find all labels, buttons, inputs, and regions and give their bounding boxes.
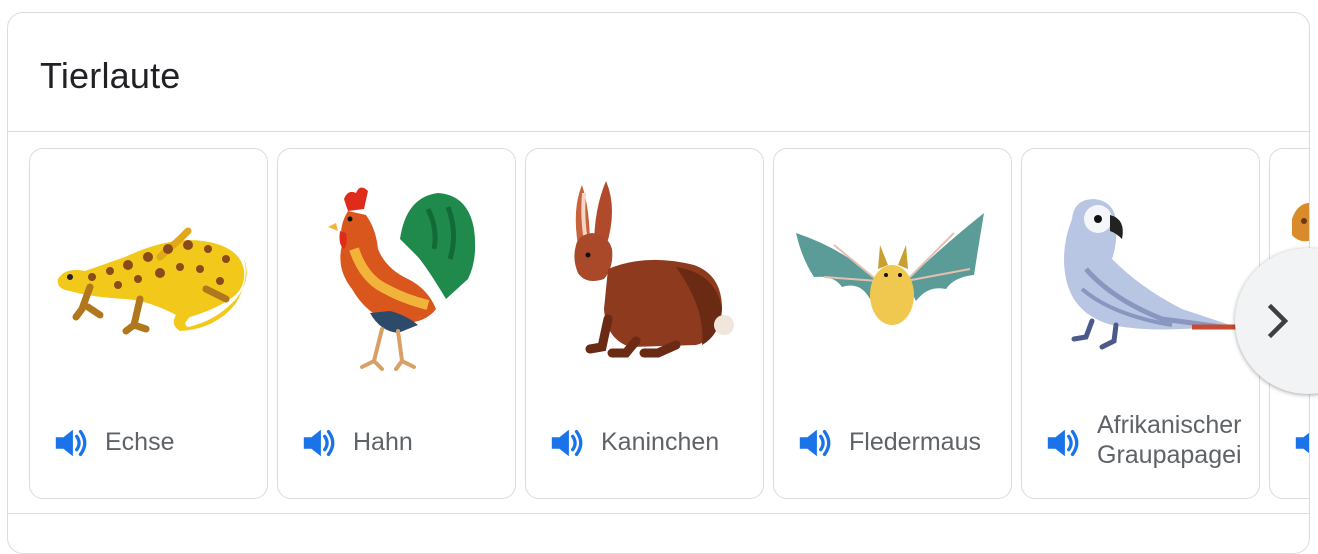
- lizard-image: [30, 149, 267, 389]
- speaker-icon[interactable]: [796, 424, 834, 462]
- rooster-image: [278, 149, 515, 389]
- header-divider: [8, 131, 1309, 132]
- speaker-icon[interactable]: [1292, 424, 1309, 462]
- animal-name-line-1: Afrikanischer: [1097, 411, 1242, 439]
- bat-image: [774, 149, 1011, 389]
- speaker-icon[interactable]: [1044, 424, 1082, 462]
- footer-divider: [8, 513, 1309, 514]
- animal-card-kaninchen[interactable]: Kaninchen: [525, 148, 764, 499]
- animal-sounds-panel: Tierlaute Echse Hahn Kaninchen Fledermau…: [7, 12, 1310, 554]
- chevron-right-icon: [1267, 303, 1289, 339]
- animal-name: Echse: [105, 428, 175, 456]
- animal-name: Hahn: [353, 428, 413, 456]
- speaker-icon[interactable]: [52, 424, 90, 462]
- animal-name-line-2: Graupapagei: [1097, 441, 1242, 469]
- speaker-icon[interactable]: [300, 424, 338, 462]
- speaker-icon[interactable]: [548, 424, 586, 462]
- animal-card-fledermaus[interactable]: Fledermaus: [773, 148, 1012, 499]
- animal-card-hahn[interactable]: Hahn: [277, 148, 516, 499]
- rabbit-image: [526, 149, 763, 389]
- parrot-image: [1022, 149, 1259, 389]
- animal-name: Afrikanischer Graupapagei: [1097, 410, 1242, 470]
- animal-card-afrikanischer-graupapagei[interactable]: Afrikanischer Graupapagei: [1021, 148, 1260, 499]
- animal-name: Kaninchen: [601, 428, 720, 456]
- animal-card-echse[interactable]: Echse: [29, 148, 268, 499]
- panel-title: Tierlaute: [40, 55, 181, 96]
- animal-name: Fledermaus: [849, 428, 981, 456]
